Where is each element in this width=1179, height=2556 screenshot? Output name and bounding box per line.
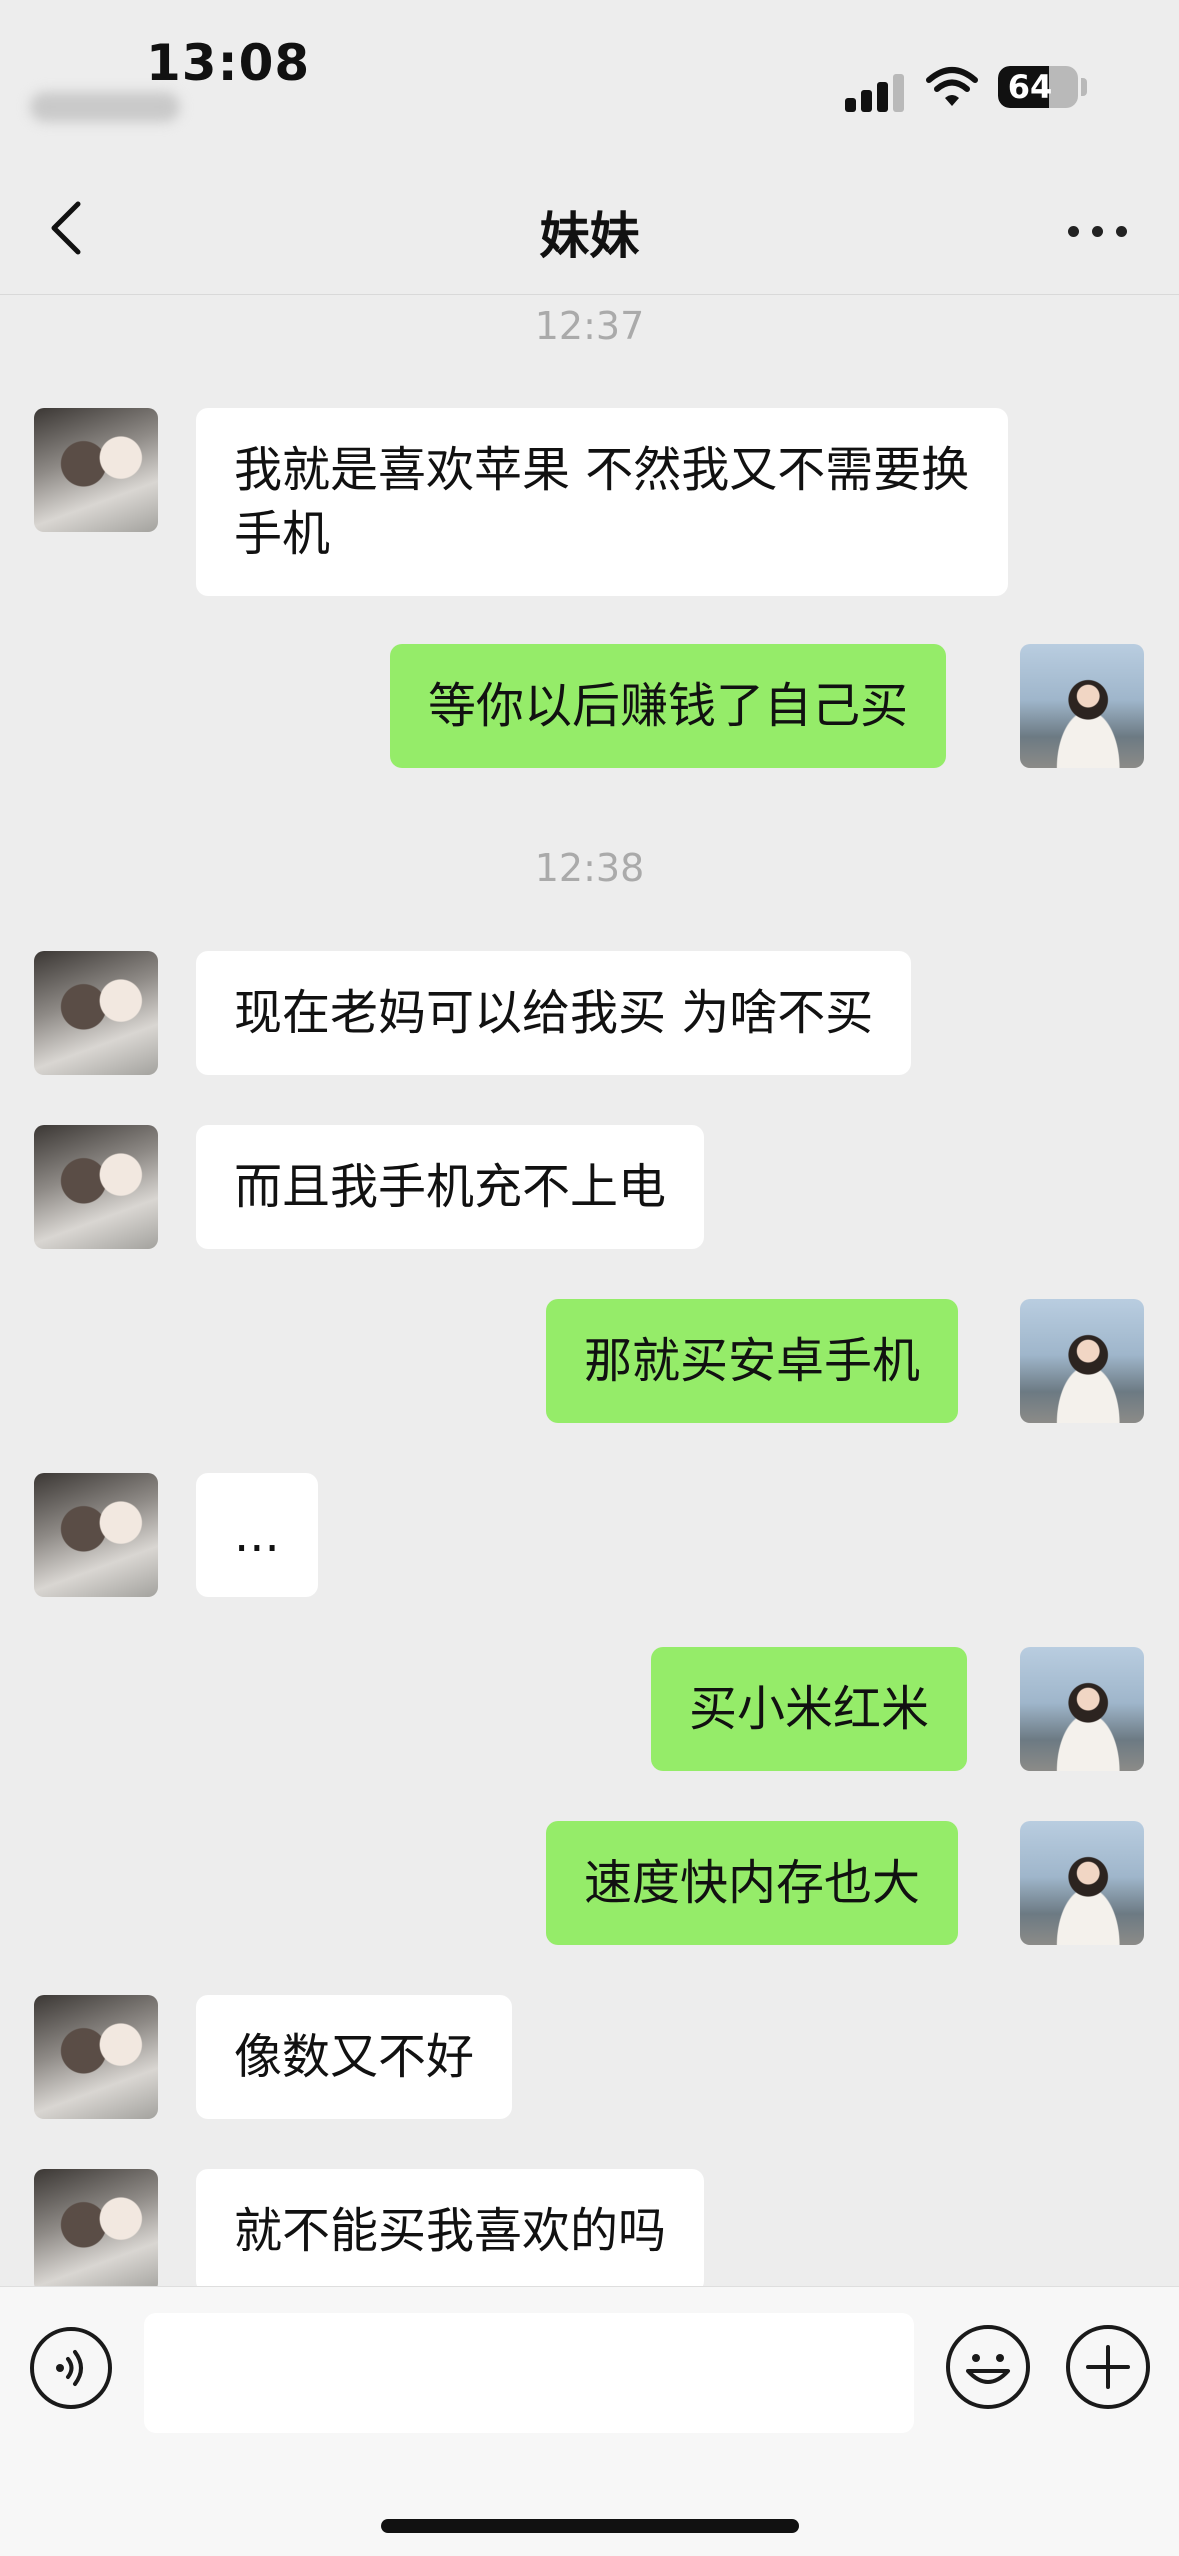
battery-tip: [1081, 78, 1087, 96]
message-bubble[interactable]: 速度快内存也大: [546, 1821, 959, 1945]
cellular-signal-icon: [845, 72, 905, 112]
my-avatar[interactable]: [1020, 644, 1144, 768]
message-bubble[interactable]: 而且我手机充不上电: [196, 1125, 705, 1249]
status-time: 13:08: [146, 34, 311, 92]
message-bubble[interactable]: 现在老妈可以给我买 为啥不买: [196, 951, 912, 1075]
message-bubble[interactable]: 我就是喜欢苹果 不然我又不需要换手机: [196, 408, 1008, 596]
status-blurred-text: [30, 92, 180, 122]
nav-bar: 妹妹: [0, 170, 1179, 295]
voice-icon[interactable]: [30, 2327, 112, 2409]
contact-avatar[interactable]: [34, 951, 158, 1075]
contact-avatar[interactable]: [34, 2169, 158, 2286]
more-dots-icon[interactable]: [1060, 200, 1140, 260]
battery-icon: 64: [998, 66, 1078, 108]
message-bubble[interactable]: 就不能买我喜欢的吗: [196, 2169, 705, 2286]
my-avatar[interactable]: [1020, 1647, 1144, 1771]
input-bar: [0, 2286, 1179, 2556]
message-bubble[interactable]: ...: [196, 1473, 318, 1597]
emoji-icon[interactable]: [946, 2325, 1030, 2409]
contact-avatar[interactable]: [34, 408, 158, 532]
status-bar: 13:08 64: [0, 0, 1179, 170]
time-label: 12:38: [534, 846, 645, 890]
message-bubble[interactable]: 买小米红米: [651, 1647, 968, 1771]
message-input[interactable]: [144, 2313, 914, 2433]
contact-avatar[interactable]: [34, 1995, 158, 2119]
battery-level: 64: [1007, 68, 1053, 106]
chat-title: 妹妹: [539, 207, 640, 265]
my-avatar[interactable]: [1020, 1821, 1144, 1945]
message-list[interactable]: 12:37 我就是喜欢苹果 不然我又不需要换手机 等你以后赚钱了自己买 12:3…: [0, 296, 1179, 2286]
message-bubble[interactable]: 像数又不好: [196, 1995, 513, 2119]
my-avatar[interactable]: [1020, 1299, 1144, 1423]
contact-avatar[interactable]: [34, 1473, 158, 1597]
contact-avatar[interactable]: [34, 1125, 158, 1249]
message-bubble[interactable]: 等你以后赚钱了自己买: [390, 644, 947, 768]
message-bubble[interactable]: 那就买安卓手机: [546, 1299, 959, 1423]
chat-screen: 13:08 64 妹妹 12:37 我就是喜欢苹果 不然我又不需要换手机 等你以…: [0, 0, 1179, 2556]
home-indicator[interactable]: [381, 2519, 799, 2533]
time-label: 12:37: [534, 304, 645, 348]
plus-icon[interactable]: [1066, 2325, 1150, 2409]
wifi-icon: [926, 67, 978, 106]
